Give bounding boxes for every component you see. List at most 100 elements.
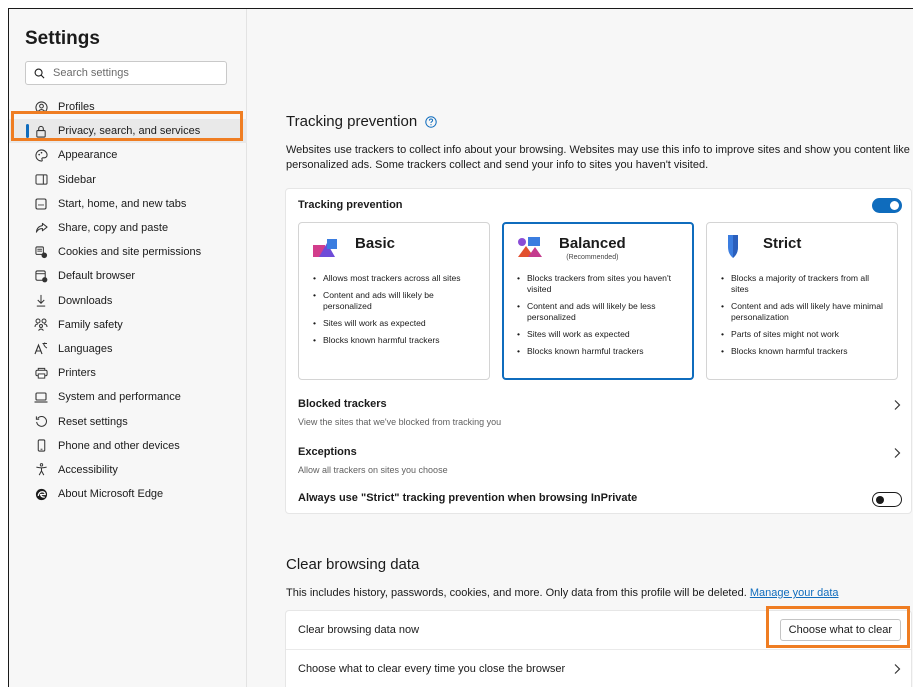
sidebar-item-accessibility[interactable]: Accessibility <box>9 458 247 482</box>
balanced-shapes-icon <box>518 237 542 257</box>
edge-logo-icon <box>34 487 48 501</box>
shield-icon <box>728 235 738 258</box>
balanced-bullet: Blocks trackers from sites you haven't v… <box>513 273 683 295</box>
sidebar-title: Settings <box>25 28 100 49</box>
sidebar-item-profiles[interactable]: Profiles <box>9 95 247 119</box>
chevron-right-icon <box>894 448 901 458</box>
sidebar-item-cookies[interactable]: Cookies and site permissions <box>9 240 247 264</box>
clear-every-time-row[interactable]: Choose what to clear every time you clos… <box>286 650 911 687</box>
exceptions-sub: Allow all trackers on sites you choose <box>298 465 448 475</box>
option-strict[interactable]: Strict Blocks a majority of trackers fro… <box>706 222 898 380</box>
sidebar-item-printers[interactable]: Printers <box>9 361 247 385</box>
basic-bullet: Allows most trackers across all sites <box>309 273 479 284</box>
option-strict-name: Strict <box>763 235 802 252</box>
sidebar-item-about[interactable]: About Microsoft Edge <box>9 482 247 506</box>
family-icon <box>34 318 48 332</box>
sidebar-item-sidebar[interactable]: Sidebar <box>9 168 247 192</box>
help-icon[interactable] <box>425 115 437 128</box>
download-icon <box>34 294 48 308</box>
strict-bullet: Parts of sites might not work <box>717 329 887 340</box>
sidebar-item-family-safety[interactable]: Family safety <box>9 313 247 337</box>
sidebar-item-label: System and performance <box>58 391 181 404</box>
clear-description: This includes history, passwords, cookie… <box>286 586 913 601</box>
search-input[interactable] <box>53 67 213 79</box>
sidebar-item-start-home[interactable]: Start, home, and new tabs <box>9 192 247 216</box>
sidebar-item-label: Reset settings <box>58 415 128 428</box>
blocked-trackers-sub: View the sites that we've blocked from t… <box>298 417 502 427</box>
choose-what-to-clear-button[interactable]: Choose what to clear <box>779 619 901 641</box>
exceptions-row[interactable]: Exceptions Allow all trackers on sites y… <box>286 436 911 484</box>
sidebar-item-reset[interactable]: Reset settings <box>9 409 247 433</box>
main-content: Tracking prevention Websites use tracker… <box>248 9 913 687</box>
clear-now-label: Clear browsing data now <box>298 624 420 636</box>
search-icon <box>34 68 45 78</box>
chevron-right-icon <box>894 664 901 674</box>
clear-now-row: Clear browsing data now Choose what to c… <box>286 611 911 649</box>
option-basic[interactable]: Basic Allows most trackers across all si… <box>298 222 490 380</box>
search-box[interactable] <box>25 61 227 85</box>
sidebar-item-label: Cookies and site permissions <box>58 246 202 259</box>
language-icon <box>34 342 48 356</box>
accessibility-icon <box>34 463 48 477</box>
tracking-section-title: Tracking prevention <box>286 113 437 130</box>
phone-icon <box>34 439 48 453</box>
home-tabs-icon <box>34 197 48 211</box>
basic-bullet: Blocks known harmful trackers <box>309 335 479 346</box>
sidebar-item-downloads[interactable]: Downloads <box>9 289 247 313</box>
strict-inprivate-toggle[interactable] <box>872 492 902 507</box>
sidebar-item-label: Share, copy and paste <box>58 222 169 235</box>
sidebar-item-label: About Microsoft Edge <box>58 488 164 501</box>
sidebar-item-languages[interactable]: Languages <box>9 337 247 361</box>
option-basic-name: Basic <box>355 235 396 252</box>
clear-section-title: Clear browsing data <box>286 556 419 573</box>
sidebar-item-share[interactable]: Share, copy and paste <box>9 216 247 240</box>
sidebar-item-label: Start, home, and new tabs <box>58 197 187 210</box>
tracking-title-text: Tracking prevention <box>286 113 418 130</box>
strict-bullet: Blocks known harmful trackers <box>717 346 887 357</box>
share-icon <box>34 221 48 235</box>
sidebar-item-label: Appearance <box>58 149 118 162</box>
basic-shapes-icon <box>313 239 337 257</box>
palette-icon <box>34 148 48 162</box>
sidebar-icon <box>34 173 48 187</box>
clear-every-time-label: Choose what to clear every time you clos… <box>298 663 566 675</box>
manage-data-link[interactable]: Manage your data <box>750 587 839 599</box>
strict-inprivate-row: Always use "Strict" tracking prevention … <box>286 484 911 514</box>
sidebar-item-phone[interactable]: Phone and other devices <box>9 434 247 458</box>
sidebar-item-appearance[interactable]: Appearance <box>9 143 247 167</box>
sidebar-item-default-browser[interactable]: Default browser <box>9 264 247 288</box>
sidebar-item-label: Sidebar <box>58 173 96 186</box>
sidebar-item-label: Phone and other devices <box>58 439 180 452</box>
option-balanced-name: Balanced <box>559 235 626 252</box>
sidebar-nav: Profiles Privacy, search, and services A… <box>9 95 247 506</box>
basic-bullet: Content and ads will likely be personali… <box>309 290 479 312</box>
balanced-bullet: Sites will work as expected <box>513 329 683 340</box>
profile-icon <box>34 100 48 114</box>
sidebar-item-label: Accessibility <box>58 463 118 476</box>
tracking-description: Websites use trackers to collect info ab… <box>286 144 910 171</box>
option-balanced[interactable]: Balanced (Recommended) Blocks trackers f… <box>502 222 694 380</box>
balanced-bullet: Content and ads will likely be less pers… <box>513 301 683 323</box>
sidebar-item-label: Family safety <box>58 318 123 331</box>
sidebar-item-label: Languages <box>58 342 113 355</box>
blocked-trackers-row[interactable]: Blocked trackers View the sites that we'… <box>286 388 911 436</box>
sidebar-item-label: Downloads <box>58 294 113 307</box>
laptop-icon <box>34 390 48 404</box>
strict-bullet: Content and ads will likely have minimal… <box>717 301 887 323</box>
sidebar-item-label: Printers <box>58 367 96 380</box>
tracking-toggle[interactable] <box>872 198 902 213</box>
clear-card: Clear browsing data now Choose what to c… <box>285 610 912 687</box>
clear-description-text: This includes history, passwords, cookie… <box>286 587 747 599</box>
balanced-bullet: Blocks known harmful trackers <box>513 346 683 357</box>
tracking-card: Tracking prevention Basic Allows most tr… <box>285 188 912 514</box>
sidebar-item-privacy[interactable]: Privacy, search, and services <box>9 119 247 144</box>
browser-icon <box>34 269 48 283</box>
strict-inprivate-label: Always use "Strict" tracking prevention … <box>298 492 638 504</box>
strict-bullet: Blocks a majority of trackers from all s… <box>717 273 887 295</box>
printer-icon <box>34 366 48 380</box>
sidebar-item-label: Privacy, search, and services <box>58 125 201 138</box>
lock-icon <box>34 124 48 138</box>
sidebar: Settings Profiles Privacy, search, and s… <box>9 9 247 687</box>
sidebar-item-system[interactable]: System and performance <box>9 385 247 409</box>
reset-icon <box>34 415 48 429</box>
